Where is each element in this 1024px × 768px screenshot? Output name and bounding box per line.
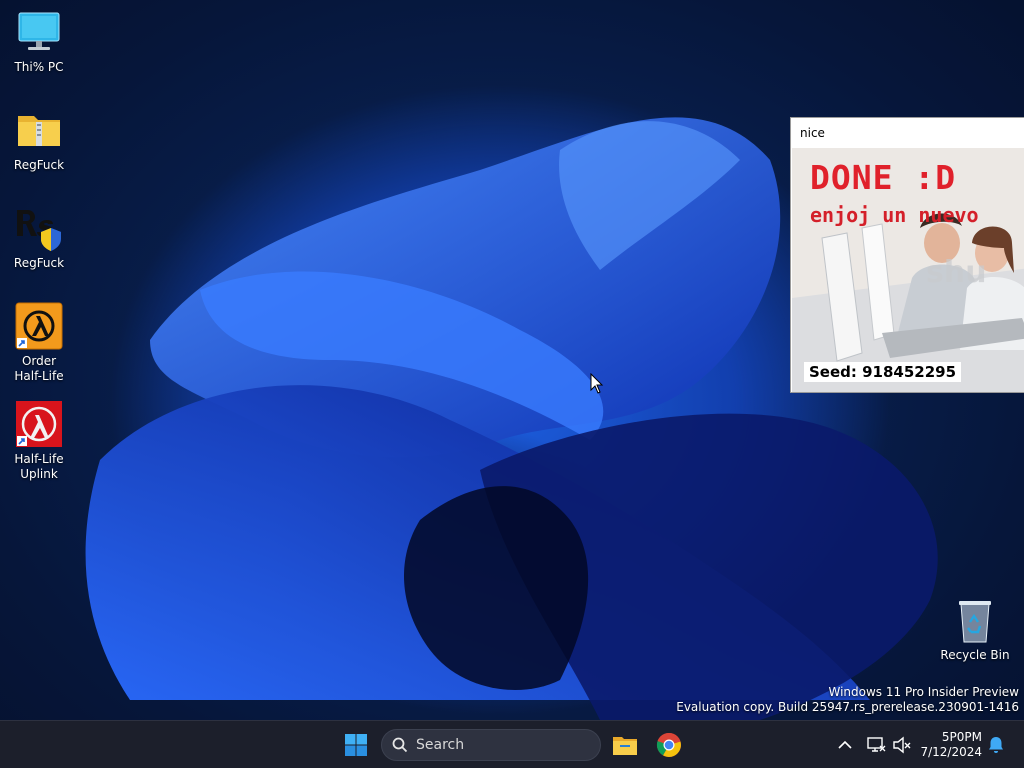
desktop-icon-order-half-life[interactable]: Order Half-Life bbox=[4, 302, 74, 384]
windows-watermark: Windows 11 Pro Insider Preview Evaluatio… bbox=[676, 685, 1019, 715]
volume-muted-icon bbox=[893, 736, 911, 754]
desktop-icon-regfuck-exe[interactable]: RegFuck bbox=[4, 204, 74, 271]
desktop-icon-half-life-uplink[interactable]: Half-Life Uplink bbox=[4, 400, 74, 482]
zip-folder-icon bbox=[15, 106, 63, 154]
search-input[interactable] bbox=[416, 737, 586, 753]
nice-window[interactable]: nice shu DONE :D enjoj un nuevo Seed: 91… bbox=[790, 117, 1024, 393]
watermark-build: Evaluation copy. Build 25947.rs_prerelea… bbox=[676, 700, 1019, 714]
taskbar: 5P0PM 7/12/2024 bbox=[0, 720, 1024, 768]
recycle-bin-label: Recycle Bin bbox=[940, 648, 1010, 662]
taskbar-file-explorer[interactable] bbox=[605, 725, 645, 765]
file-explorer-icon bbox=[613, 737, 637, 755]
notification-button[interactable] bbox=[984, 733, 1008, 757]
chrome-icon bbox=[656, 732, 681, 757]
desktop-icon-regfuck-zip[interactable]: RegFuck bbox=[4, 106, 74, 173]
computer-icon bbox=[15, 8, 63, 56]
rs-shield-icon bbox=[15, 204, 63, 252]
clock-date: 7/12/2024 bbox=[920, 745, 982, 759]
window-content-image: shu DONE :D enjoj un nuevo Seed: 9184522… bbox=[792, 148, 1024, 392]
taskbar-clock[interactable]: 5P0PM 7/12/2024 bbox=[918, 730, 982, 760]
half-life-orange-icon bbox=[15, 302, 63, 350]
window-title: nice bbox=[800, 126, 825, 140]
enjoy-subline: enjoj un nuevo bbox=[810, 203, 979, 227]
taskbar-chrome[interactable] bbox=[649, 725, 689, 765]
svg-text:shu: shu bbox=[926, 255, 987, 290]
half-life-red-icon bbox=[15, 400, 63, 448]
search-icon bbox=[392, 737, 408, 753]
notification-bell-icon bbox=[989, 737, 1003, 753]
clock-time: 5P0PM bbox=[941, 730, 982, 744]
desktop-icon-label: RegFuck bbox=[13, 158, 65, 172]
chevron-up-icon bbox=[838, 740, 852, 749]
network-icon bbox=[867, 737, 886, 752]
recycle-bin-icon bbox=[951, 596, 999, 644]
seed-label: Seed: 918452295 bbox=[804, 362, 962, 382]
window-titlebar[interactable]: nice bbox=[791, 118, 1024, 148]
watermark-edition: Windows 11 Pro Insider Preview bbox=[828, 685, 1019, 699]
desktop-icon-label: Thi% PC bbox=[14, 60, 64, 74]
mouse-cursor-icon bbox=[590, 373, 604, 394]
desktop-icon-this-pc[interactable]: Thi% PC bbox=[4, 8, 74, 75]
desktop-icon-recycle-bin[interactable]: Recycle Bin bbox=[940, 596, 1010, 662]
tray-volume-button[interactable] bbox=[890, 733, 914, 757]
tray-network-button[interactable] bbox=[864, 733, 888, 757]
desktop-icon-label: Half-Life Uplink bbox=[14, 452, 64, 481]
taskbar-search[interactable] bbox=[381, 729, 601, 761]
start-button[interactable] bbox=[336, 725, 376, 765]
desktop-icon-label: Order Half-Life bbox=[14, 354, 64, 383]
windows-start-icon bbox=[345, 734, 367, 756]
done-headline: DONE :D bbox=[810, 158, 957, 197]
desktop-icon-label: RegFuck bbox=[13, 256, 65, 270]
tray-overflow-button[interactable] bbox=[833, 733, 857, 757]
